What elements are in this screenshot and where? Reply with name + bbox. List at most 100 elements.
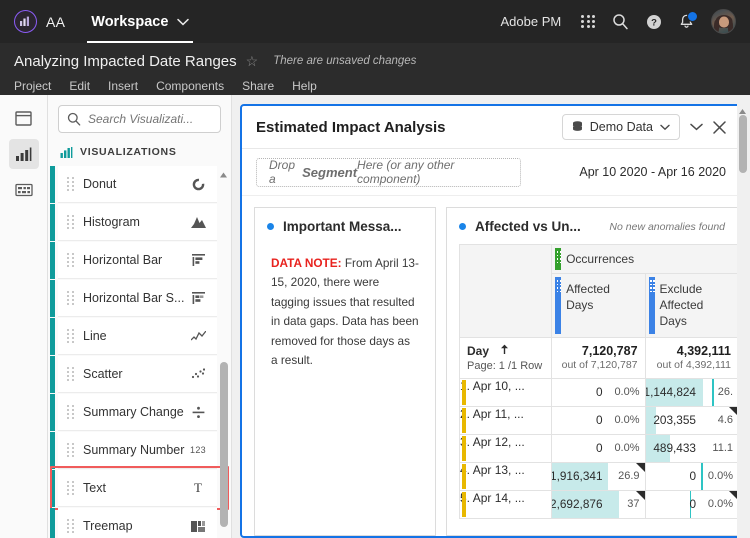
- text-visualization-header: Important Messa...: [255, 208, 435, 240]
- viz-list-item-text[interactable]: TextT: [58, 470, 217, 507]
- row-marker: [462, 436, 466, 461]
- menu-item-edit[interactable]: Edit: [69, 79, 90, 93]
- project-title-row: Analyzing Impacted Date Ranges ☆ There a…: [14, 49, 736, 73]
- tab-workspace-label: Workspace: [91, 14, 168, 30]
- drag-handle-icon[interactable]: [67, 405, 77, 419]
- freeform-panel: Estimated Impact Analysis Demo Data: [240, 104, 742, 538]
- search-input[interactable]: [88, 112, 212, 126]
- viz-list-item-scatter[interactable]: Scatter: [58, 356, 217, 393]
- table-cell-metric-2[interactable]: 1,144,82426.: [645, 378, 738, 406]
- viz-list-item-histogram[interactable]: Histogram: [58, 204, 217, 241]
- drag-handle-icon[interactable]: [67, 215, 77, 229]
- viz-item-accent-bar: [50, 394, 55, 431]
- freeform-table-visualization: Affected vs Un... No new anomalies found…: [446, 207, 740, 536]
- panel-collapse-button[interactable]: [690, 123, 703, 131]
- menu-item-insert[interactable]: Insert: [108, 79, 138, 93]
- table-cell-metric-1[interactable]: 00.0%: [552, 434, 645, 462]
- viz-list-item-treemap[interactable]: Treemap: [58, 508, 217, 538]
- table-cell-metric-1[interactable]: 00.0%: [552, 378, 645, 406]
- table-group-header-occurrences[interactable]: Occurrences: [552, 245, 739, 274]
- menu-item-components[interactable]: Components: [156, 79, 224, 93]
- canvas-scrollbar[interactable]: [737, 103, 748, 538]
- user-avatar[interactable]: [711, 9, 736, 34]
- help-circle-icon[interactable]: ?: [646, 14, 662, 30]
- viz-list-item-donut[interactable]: Donut: [58, 166, 217, 203]
- table-cell-metric-2[interactable]: 203,3554.6: [645, 406, 738, 434]
- table-cell-dimension[interactable]: 4. Apr 13, ...: [460, 462, 552, 490]
- text-visualization-body: DATA NOTE: From April 13-15, 2020, there…: [255, 240, 435, 371]
- chevron-down-icon: [660, 124, 670, 131]
- tab-workspace[interactable]: Workspace: [87, 0, 193, 43]
- drag-handle-icon[interactable]: [67, 481, 77, 495]
- menu-item-project[interactable]: Project: [14, 79, 51, 93]
- table-cell-metric-2[interactable]: 489,43311.1: [645, 434, 738, 462]
- table-dimension-cell[interactable]: DayPage: 1 /1 Row: [460, 337, 552, 378]
- table-cell-metric-2[interactable]: 00.0%: [645, 490, 738, 518]
- viz-list-item-summary-number[interactable]: Summary Number123: [58, 432, 217, 469]
- table-cell-dimension[interactable]: 2. Apr 11, ...: [460, 406, 552, 434]
- donut-icon: [185, 178, 211, 191]
- sort-ascending-icon[interactable]: [500, 344, 509, 358]
- table-cell-dimension[interactable]: 5. Apr 14, ...: [460, 490, 552, 518]
- date-range-selector[interactable]: Apr 10 2020 - Apr 16 2020: [579, 165, 726, 179]
- search-icon[interactable]: [612, 13, 629, 30]
- table-row[interactable]: 1. Apr 10, ...00.0%1,144,82426.: [460, 378, 739, 406]
- drag-handle-icon[interactable]: [67, 443, 77, 457]
- viz-item-accent-bar: [50, 204, 55, 241]
- table-cell-dimension[interactable]: 1. Apr 10, ...: [460, 378, 552, 406]
- viz-list-scrollbar-thumb[interactable]: [220, 362, 228, 527]
- brand-logo-group[interactable]: AA: [14, 10, 65, 33]
- table-row[interactable]: 3. Apr 12, ...00.0%489,43311.1: [460, 434, 739, 462]
- drag-handle-icon[interactable]: [67, 367, 77, 381]
- visualizations-section-header: VISUALIZATIONS: [48, 133, 231, 166]
- table-cell-metric-1[interactable]: 00.0%: [552, 406, 645, 434]
- table-summary-row: DayPage: 1 /1 Row7,120,787out of 7,120,7…: [460, 337, 739, 378]
- drag-handle-icon[interactable]: [67, 177, 77, 191]
- drag-handle-icon[interactable]: [67, 519, 77, 533]
- table-metric-header-1[interactable]: Affected Days: [552, 274, 645, 338]
- table-cell-metric-1[interactable]: 1,916,34126.9: [552, 462, 645, 490]
- drag-handle-icon[interactable]: [67, 291, 77, 305]
- viz-list-item-summary-change[interactable]: Summary Change: [58, 394, 217, 431]
- viz-list-item-horizontal-bar[interactable]: Horizontal Bar: [58, 242, 217, 279]
- table-row[interactable]: 2. Apr 11, ...00.0%203,3554.6: [460, 406, 739, 434]
- viz-item-label: Donut: [83, 177, 185, 191]
- data-view-selector[interactable]: Demo Data: [562, 114, 680, 140]
- segment-drop-zone[interactable]: Drop a Segment Here (or any other compon…: [256, 158, 521, 187]
- text-visualization-title: Important Messa...: [283, 219, 402, 234]
- star-outline-icon[interactable]: ☆: [246, 54, 259, 68]
- components-icon[interactable]: [9, 175, 39, 205]
- table-cell-dimension[interactable]: 3. Apr 12, ...: [460, 434, 552, 462]
- table-metric-header-2[interactable]: Exclude Affected Days: [645, 274, 738, 338]
- panels-icon[interactable]: [9, 103, 39, 133]
- panel-close-button[interactable]: [713, 121, 726, 134]
- panel-visualizations-area: Important Messa... DATA NOTE: From April…: [242, 196, 740, 536]
- visualizations-icon[interactable]: [9, 139, 39, 169]
- top-bar-actions: Adobe PM ?: [501, 9, 736, 34]
- drag-handle-icon[interactable]: [67, 253, 77, 267]
- app-grid-icon[interactable]: [581, 15, 595, 29]
- table-cell-metric-2[interactable]: 00.0%: [645, 462, 738, 490]
- viz-item-accent-bar: [50, 508, 55, 538]
- search-visualizations-box[interactable]: [58, 105, 221, 133]
- org-name: Adobe PM: [501, 14, 562, 29]
- data-view-label: Demo Data: [590, 120, 653, 134]
- table-total-1: 7,120,787out of 7,120,787: [552, 337, 645, 378]
- visualizations-section-title: VISUALIZATIONS: [80, 146, 177, 158]
- row-marker: [462, 408, 466, 433]
- horizontal-bar-icon: [185, 254, 211, 266]
- table-row[interactable]: 5. Apr 14, ...2,692,8763700.0%: [460, 490, 739, 518]
- viz-list-item-horizontal-bar-s[interactable]: Horizontal Bar S...: [58, 280, 217, 317]
- viz-item-accent-bar: [50, 470, 55, 507]
- viz-list-item-line[interactable]: Line: [58, 318, 217, 355]
- bell-icon[interactable]: [679, 14, 694, 30]
- table-row[interactable]: 4. Apr 13, ...1,916,34126.900.0%: [460, 462, 739, 490]
- viz-item-label: Line: [83, 329, 185, 343]
- canvas-scrollbar-thumb[interactable]: [739, 115, 747, 173]
- drag-handle-icon[interactable]: [67, 329, 77, 343]
- viz-scroll-up-arrow-icon[interactable]: [218, 168, 229, 181]
- menu-item-share[interactable]: Share: [242, 79, 274, 93]
- table-cell-metric-1[interactable]: 2,692,87637: [552, 490, 645, 518]
- menu-item-help[interactable]: Help: [292, 79, 317, 93]
- global-top-bar: AA Workspace Adobe PM ?: [0, 0, 750, 43]
